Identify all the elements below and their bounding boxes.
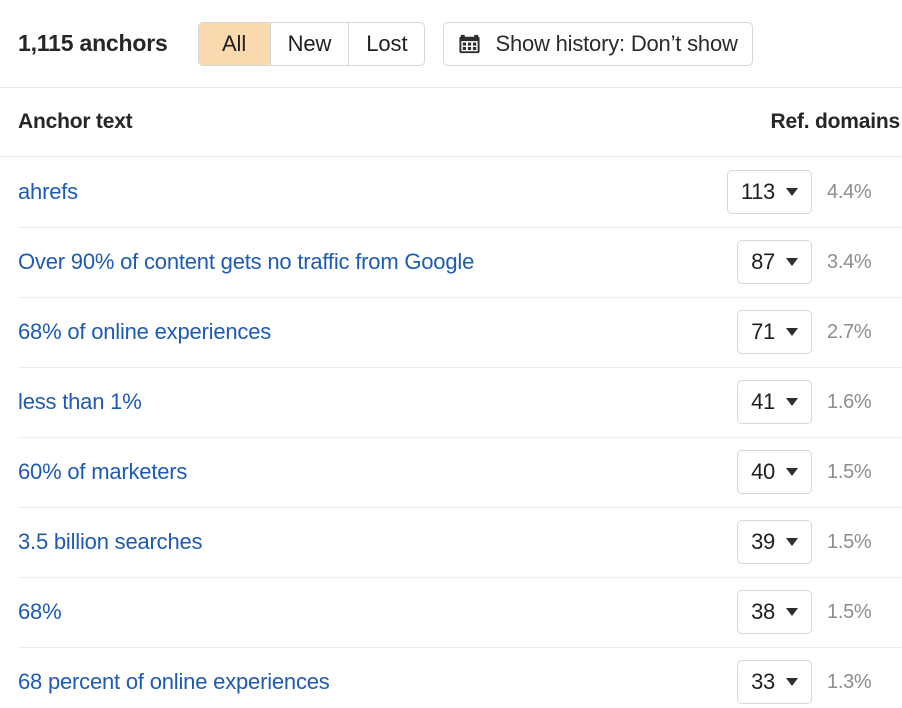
table-row[interactable]: 68% of online experiences 71 2.7% [0, 297, 902, 367]
ref-domains-value: 41 [751, 389, 775, 414]
column-header-ref-domains-label: Ref. domains [770, 110, 901, 133]
ref-domains-percent: 1.6% [827, 390, 872, 413]
toolbar: 1,115 anchors All New Lost Show history:… [0, 0, 902, 88]
ref-domains-percent: 4.4% [827, 180, 872, 203]
caret-down-icon [786, 538, 798, 546]
column-header-anchor-text[interactable]: Anchor text [18, 110, 771, 134]
ref-domains-dropdown[interactable]: 87 [737, 240, 812, 284]
caret-down-icon [786, 328, 798, 336]
row-metrics: 33 1.3% [737, 660, 884, 704]
ref-domains-value: 38 [751, 599, 775, 624]
caret-down-icon [786, 258, 798, 266]
ref-domains-value: 39 [751, 529, 775, 554]
filter-segmented-control: All New Lost [197, 21, 426, 66]
ref-domains-dropdown[interactable]: 39 [737, 520, 812, 564]
ref-domains-dropdown[interactable]: 41 [737, 380, 812, 424]
anchor-text-link[interactable]: 68 percent of online experiences [18, 669, 737, 695]
table-row[interactable]: 68 percent of online experiences 33 1.3% [0, 647, 902, 708]
table-row[interactable]: Over 90% of content gets no traffic from… [0, 227, 902, 297]
ref-domains-dropdown[interactable]: 33 [737, 660, 812, 704]
filter-tab-all[interactable]: All [198, 22, 271, 65]
anchor-text-link[interactable]: Over 90% of content gets no traffic from… [18, 249, 737, 275]
anchor-text-link[interactable]: ahrefs [18, 179, 727, 205]
ref-domains-value: 87 [751, 249, 775, 274]
caret-down-icon [786, 468, 798, 476]
ref-domains-value: 40 [751, 459, 775, 484]
filter-tab-new[interactable]: New [270, 22, 350, 65]
ref-domains-dropdown[interactable]: 71 [737, 310, 812, 354]
show-history-label: Show history: Don’t show [495, 30, 738, 56]
row-metrics: 71 2.7% [737, 310, 884, 354]
calendar-icon [458, 32, 481, 55]
ref-domains-percent: 1.5% [827, 530, 872, 553]
ref-domains-value: 71 [751, 319, 775, 344]
row-metrics: 40 1.5% [737, 450, 884, 494]
filter-tab-lost[interactable]: Lost [349, 22, 425, 65]
table-row[interactable]: 60% of marketers 40 1.5% [0, 437, 902, 507]
caret-down-icon [786, 398, 798, 406]
ref-domains-value: 33 [751, 669, 775, 694]
anchor-text-link[interactable]: 3.5 billion searches [18, 529, 737, 555]
table-row[interactable]: 3.5 billion searches 39 1.5% [0, 507, 902, 577]
anchor-text-link[interactable]: 60% of marketers [18, 459, 737, 485]
column-header-ref-domains[interactable]: Ref. domains [771, 110, 902, 134]
ref-domains-percent: 1.3% [827, 670, 872, 693]
anchor-text-link[interactable]: 68% of online experiences [18, 319, 737, 345]
table-header: Anchor text Ref. domains [0, 88, 902, 157]
anchors-count-title: 1,115 anchors [18, 30, 168, 56]
ref-domains-percent: 1.5% [827, 460, 872, 483]
anchor-text-link[interactable]: 68% [18, 599, 737, 625]
ref-domains-value: 113 [740, 179, 775, 204]
row-metrics: 113 4.4% [726, 170, 884, 214]
anchors-table-body: ahrefs 113 4.4% Over 90% of content gets… [0, 157, 902, 708]
table-row[interactable]: less than 1% 41 1.6% [0, 367, 902, 437]
caret-down-icon [786, 608, 798, 616]
row-metrics: 41 1.6% [737, 380, 884, 424]
anchors-report-panel: 1,115 anchors All New Lost Show history:… [0, 0, 902, 708]
row-metrics: 87 3.4% [737, 240, 884, 284]
ref-domains-dropdown[interactable]: 38 [737, 590, 812, 634]
ref-domains-dropdown[interactable]: 113 [726, 170, 812, 214]
row-metrics: 39 1.5% [737, 520, 884, 564]
anchor-text-link[interactable]: less than 1% [18, 389, 737, 415]
show-history-dropdown[interactable]: Show history: Don’t show [443, 21, 753, 66]
caret-down-icon [786, 188, 798, 196]
ref-domains-percent: 1.5% [827, 600, 872, 623]
table-row[interactable]: ahrefs 113 4.4% [0, 157, 902, 227]
table-row[interactable]: 68% 38 1.5% [0, 577, 902, 647]
ref-domains-percent: 2.7% [827, 320, 872, 343]
ref-domains-dropdown[interactable]: 40 [737, 450, 812, 494]
row-metrics: 38 1.5% [737, 590, 884, 634]
caret-down-icon [786, 678, 798, 686]
ref-domains-percent: 3.4% [827, 250, 872, 273]
